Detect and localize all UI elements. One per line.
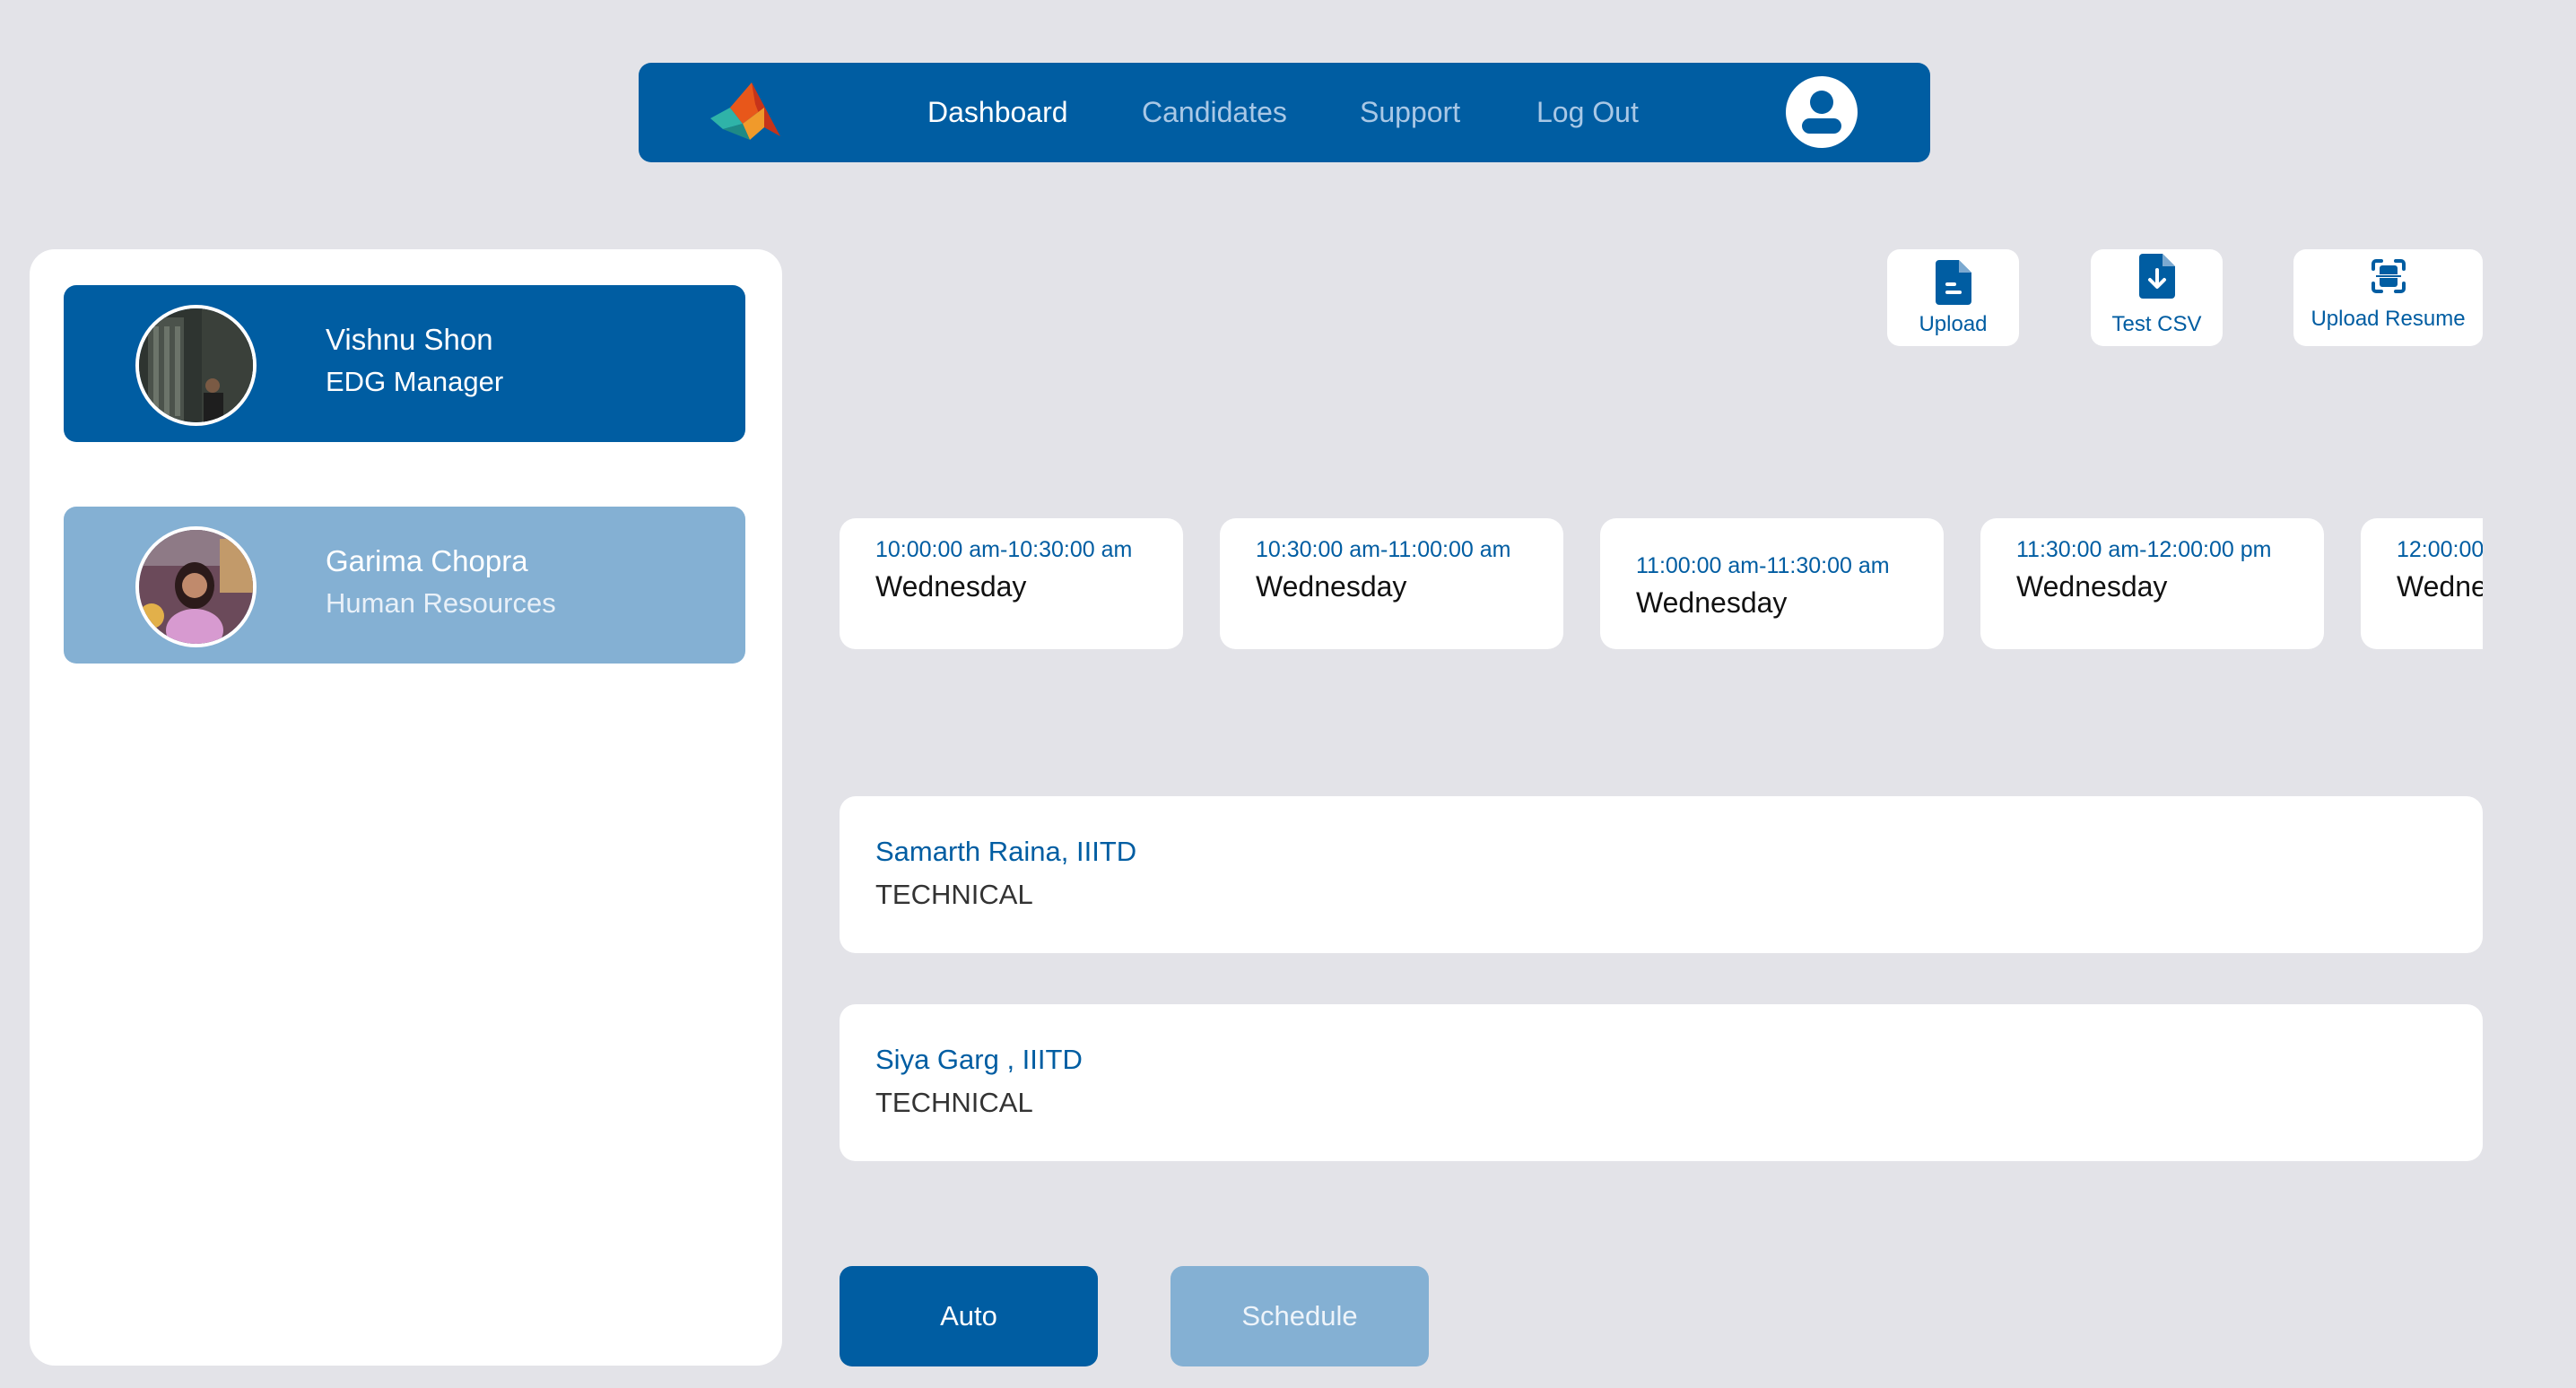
candidate-type: TECHNICAL <box>875 1087 1033 1118</box>
slot-day: Wednesday <box>2016 570 2168 603</box>
nav-dashboard[interactable]: Dashboard <box>927 63 1068 162</box>
upload-label: Upload <box>1919 312 1988 336</box>
upload-button[interactable]: Upload <box>1887 249 2019 346</box>
time-slot[interactable]: 11:30:00 am-12:00:00 pm Wednesday <box>1980 518 2324 649</box>
time-slot[interactable]: 10:00:00 am-10:30:00 am Wednesday <box>840 518 1183 649</box>
slot-time: 11:30:00 am-12:00:00 pm <box>2016 537 2272 562</box>
time-slot-strip[interactable]: 10:00:00 am-10:30:00 am Wednesday 10:30:… <box>840 518 2483 651</box>
interviewer-card-garima[interactable]: Garima Chopra Human Resources <box>64 507 745 664</box>
test-csv-label: Test CSV <box>2111 312 2202 336</box>
time-slot[interactable]: 11:00:00 am-11:30:00 am Wednesday <box>1600 518 1944 649</box>
slot-time: 10:00:00 am-10:30:00 am <box>875 537 1133 562</box>
top-navbar: Dashboard Candidates Support Log Out <box>639 63 1930 162</box>
interviewer-card-vishnu[interactable]: Vishnu Shon EDG Manager <box>64 285 745 442</box>
avatar <box>135 526 257 647</box>
nav-log-out[interactable]: Log Out <box>1536 63 1639 162</box>
candidate-row[interactable]: Samarth Raina, IIITD TECHNICAL <box>840 796 2483 953</box>
time-slot[interactable]: 12:00:00 pm-12:30:00 pm Wednesday <box>2361 518 2483 649</box>
slot-day: Wednesday <box>1636 586 1788 619</box>
matlab-logo-icon[interactable] <box>710 81 782 143</box>
slot-time: 11:00:00 am-11:30:00 am <box>1636 553 1890 578</box>
file-download-icon <box>2138 254 2175 303</box>
nav-candidates[interactable]: Candidates <box>1142 63 1287 162</box>
interviewer-name: Garima Chopra <box>326 544 528 577</box>
nav-support[interactable]: Support <box>1360 63 1460 162</box>
slot-day: Wednesday <box>1256 570 1407 603</box>
candidate-name: Siya Garg , IIITD <box>875 1044 1083 1075</box>
upload-resume-label: Upload Resume <box>2311 307 2466 331</box>
slot-day: Wednesday <box>2397 570 2483 603</box>
candidate-row[interactable]: Siya Garg , IIITD TECHNICAL <box>840 1004 2483 1161</box>
candidate-type: TECHNICAL <box>875 879 1033 910</box>
slot-day: Wednesday <box>875 570 1027 603</box>
scan-document-icon <box>2371 258 2406 299</box>
interviewer-role: Human Resources <box>326 587 556 619</box>
upload-resume-button[interactable]: Upload Resume <box>2293 249 2483 346</box>
auto-button[interactable]: Auto <box>840 1266 1098 1366</box>
avatar <box>135 305 257 426</box>
time-slot[interactable]: 10:30:00 am-11:00:00 am Wednesday <box>1220 518 1563 649</box>
interviewer-name: Vishnu Shon <box>326 323 493 356</box>
file-upload-icon <box>1935 260 1971 309</box>
user-circle-icon[interactable] <box>1786 76 1858 148</box>
candidate-name: Samarth Raina, IIITD <box>875 836 1137 867</box>
slot-time: 12:00:00 pm-12:30:00 pm <box>2397 537 2483 562</box>
test-csv-button[interactable]: Test CSV <box>2091 249 2223 346</box>
interviewer-role: EDG Manager <box>326 366 504 397</box>
interviewer-panel: Vishnu Shon EDG Manager Garima Chopra Hu… <box>30 249 782 1366</box>
schedule-button[interactable]: Schedule <box>1171 1266 1429 1366</box>
slot-time: 10:30:00 am-11:00:00 am <box>1256 537 1511 562</box>
